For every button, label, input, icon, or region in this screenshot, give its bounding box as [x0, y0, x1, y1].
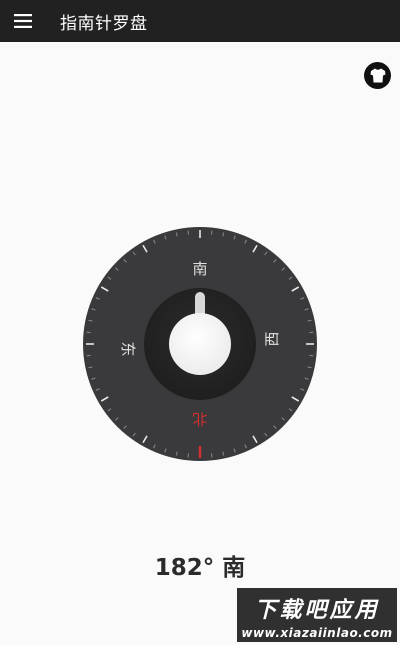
watermark-logo: 下载吧应用 www.xiazaiinlao.com	[237, 588, 397, 642]
watermark-title: 下载吧应用	[254, 598, 380, 623]
compass-knob[interactable]	[169, 313, 231, 375]
heading-direction: 南	[222, 555, 246, 581]
heading-readout: 182° 南	[0, 548, 400, 582]
label-east: 东	[119, 341, 137, 356]
heading-degrees: 182°	[154, 555, 215, 581]
label-west: 西	[263, 331, 281, 346]
compass-dial[interactable]: 南 东 西 北	[83, 227, 317, 461]
compass-app: 指南针罗盘 南 东 西 北 182° 南 下载吧应用 www.xiazaiinl…	[0, 0, 400, 645]
shirt-icon	[370, 68, 385, 83]
skin-button[interactable]	[364, 62, 391, 89]
menu-button[interactable]	[0, 0, 46, 42]
app-toolbar: 指南针罗盘	[0, 0, 400, 42]
watermark-url: www.xiazaiinlao.com	[241, 626, 393, 640]
label-north: 北	[192, 410, 207, 428]
app-title: 指南针罗盘	[60, 13, 148, 34]
hamburger-menu-icon	[14, 14, 32, 28]
label-south: 南	[192, 260, 207, 278]
